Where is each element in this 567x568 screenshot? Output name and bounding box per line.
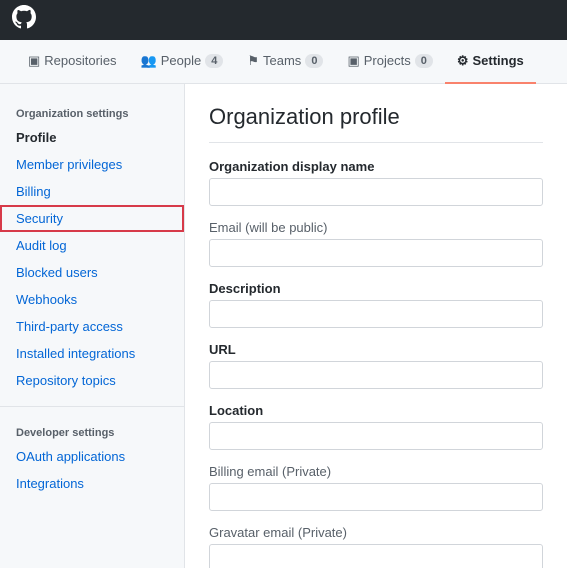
form-group-email: Email (will be public) xyxy=(209,220,543,267)
tab-repositories-label: Repositories xyxy=(44,53,116,68)
input-description[interactable] xyxy=(209,300,543,328)
input-billing-email[interactable] xyxy=(209,483,543,511)
tab-settings[interactable]: ⚙ Settings xyxy=(445,40,536,84)
label-billing-email: Billing email (Private) xyxy=(209,464,543,479)
form-group-display-name: Organization display name xyxy=(209,159,543,206)
label-url: URL xyxy=(209,342,543,357)
sidebar-item-oauth-applications[interactable]: OAuth applications xyxy=(0,443,184,470)
tab-people[interactable]: 👥 People 4 xyxy=(129,40,236,84)
sidebar-item-billing[interactable]: Billing xyxy=(0,178,184,205)
form-group-url: URL xyxy=(209,342,543,389)
tab-projects-label: Projects xyxy=(364,53,411,68)
sidebar-section-2-title: Developer settings xyxy=(0,419,184,443)
sidebar-item-third-party-access[interactable]: Third-party access xyxy=(0,313,184,340)
tab-people-label: People xyxy=(161,53,201,68)
sidebar-item-repository-topics[interactable]: Repository topics xyxy=(0,367,184,394)
sidebar-item-member-privileges[interactable]: Member privileges xyxy=(0,151,184,178)
tab-teams[interactable]: ⚑ Teams 0 xyxy=(235,40,335,84)
sidebar: Organization settings Profile Member pri… xyxy=(0,84,185,568)
sidebar-item-audit-log[interactable]: Audit log xyxy=(0,232,184,259)
sidebar-item-security[interactable]: Security xyxy=(0,205,184,232)
form-group-billing-email: Billing email (Private) xyxy=(209,464,543,511)
people-icon: 👥 xyxy=(141,53,157,69)
input-email[interactable] xyxy=(209,239,543,267)
label-gravatar-email: Gravatar email (Private) xyxy=(209,525,543,540)
sidebar-item-webhooks[interactable]: Webhooks xyxy=(0,286,184,313)
tab-teams-label: Teams xyxy=(263,53,301,68)
repository-icon: ▣ xyxy=(28,53,40,69)
input-display-name[interactable] xyxy=(209,178,543,206)
sidebar-item-blocked-users[interactable]: Blocked users xyxy=(0,259,184,286)
label-email: Email (will be public) xyxy=(209,220,543,235)
settings-icon: ⚙ xyxy=(457,53,469,69)
nav-tabs: ▣ Repositories 👥 People 4 ⚑ Teams 0 ▣ Pr… xyxy=(0,40,567,84)
projects-badge: 0 xyxy=(415,54,433,68)
form-group-description: Description xyxy=(209,281,543,328)
form-group-gravatar-email: Gravatar email (Private) xyxy=(209,525,543,568)
main-content: Organization profile Organization displa… xyxy=(185,84,567,568)
projects-icon: ▣ xyxy=(347,53,359,69)
input-url[interactable] xyxy=(209,361,543,389)
teams-badge: 0 xyxy=(305,54,323,68)
tab-projects[interactable]: ▣ Projects 0 xyxy=(335,40,444,84)
teams-icon: ⚑ xyxy=(247,53,259,69)
sidebar-item-installed-integrations[interactable]: Installed integrations xyxy=(0,340,184,367)
logo-icon xyxy=(12,5,36,35)
page-title: Organization profile xyxy=(209,104,543,143)
sidebar-item-integrations[interactable]: Integrations xyxy=(0,470,184,497)
tab-repositories[interactable]: ▣ Repositories xyxy=(16,40,129,84)
tab-settings-label: Settings xyxy=(472,53,523,68)
sidebar-section-1-title: Organization settings xyxy=(0,100,184,124)
top-bar xyxy=(0,0,567,40)
input-location[interactable] xyxy=(209,422,543,450)
label-display-name: Organization display name xyxy=(209,159,543,174)
input-gravatar-email[interactable] xyxy=(209,544,543,568)
people-badge: 4 xyxy=(205,54,223,68)
label-description: Description xyxy=(209,281,543,296)
sidebar-item-profile[interactable]: Profile xyxy=(0,124,184,151)
form-group-location: Location xyxy=(209,403,543,450)
label-location: Location xyxy=(209,403,543,418)
